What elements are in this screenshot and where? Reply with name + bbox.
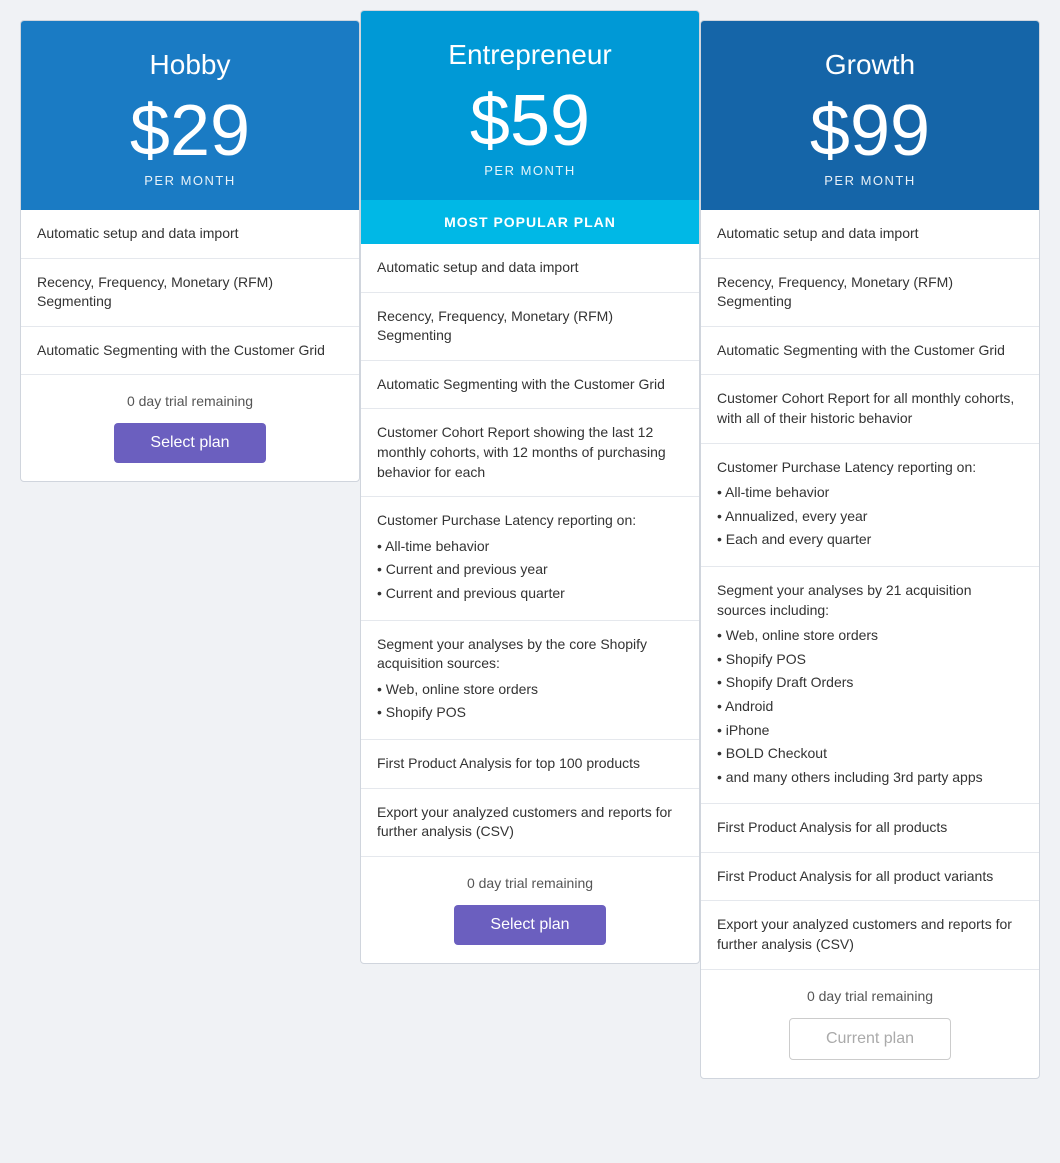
list-item: First Product Analysis for top 100 produ… [361, 740, 699, 789]
sub-list-item: Current and previous quarter [377, 582, 683, 606]
trial-text-entrepreneur: 0 day trial remaining [377, 875, 683, 891]
sub-list-item: Shopify POS [717, 648, 1023, 672]
select-plan-button-hobby[interactable]: Select plan [114, 423, 265, 463]
list-item: Customer Purchase Latency reporting on:A… [701, 444, 1039, 567]
plan-footer-entrepreneur: 0 day trial remaining Select plan [361, 856, 699, 963]
trial-text-hobby: 0 day trial remaining [37, 393, 343, 409]
list-item: Recency, Frequency, Monetary (RFM) Segme… [701, 259, 1039, 327]
sub-list-item: and many others including 3rd party apps [717, 766, 1023, 790]
sub-list-item: iPhone [717, 719, 1023, 743]
pricing-container: Hobby $29 PER MONTH Automatic setup and dat… [20, 20, 1040, 1079]
plan-footer-growth: 0 day trial remaining Current plan [701, 969, 1039, 1078]
features-list-growth: Automatic setup and data importRecency, … [701, 210, 1039, 969]
plan-period-hobby: PER MONTH [41, 173, 339, 188]
plan-footer-hobby: 0 day trial remaining Select plan [21, 374, 359, 481]
plan-price-hobby: $29 [41, 95, 339, 167]
list-item: First Product Analysis for all products [701, 804, 1039, 853]
list-item: Automatic Segmenting with the Customer G… [701, 327, 1039, 376]
sub-list-item: Web, online store orders [717, 624, 1023, 648]
sub-list-item: Current and previous year [377, 558, 683, 582]
plan-header-hobby: Hobby $29 PER MONTH [21, 21, 359, 210]
plan-header-entrepreneur: Entrepreneur $59 PER MONTH [361, 11, 699, 200]
sub-list: Web, online store ordersShopify POSShopi… [717, 624, 1023, 789]
sub-list-item: All-time behavior [717, 481, 1023, 505]
sub-list: All-time behaviorAnnualized, every yearE… [717, 481, 1023, 552]
list-item: Customer Purchase Latency reporting on:A… [361, 497, 699, 620]
list-item: Automatic Segmenting with the Customer G… [361, 361, 699, 410]
sub-list-item: All-time behavior [377, 535, 683, 559]
plan-period-growth: PER MONTH [721, 173, 1019, 188]
plan-header-growth: Growth $99 PER MONTH [701, 21, 1039, 210]
list-item: Customer Cohort Report for all monthly c… [701, 375, 1039, 443]
plan-card-hobby: Hobby $29 PER MONTH Automatic setup and dat… [20, 20, 360, 482]
list-item: Recency, Frequency, Monetary (RFM) Segme… [361, 293, 699, 361]
sub-list-item: Android [717, 695, 1023, 719]
features-list-hobby: Automatic setup and data importRecency, … [21, 210, 359, 374]
sub-list-item: BOLD Checkout [717, 742, 1023, 766]
plan-period-entrepreneur: PER MONTH [381, 163, 679, 178]
plan-name-growth: Growth [721, 49, 1019, 81]
list-item: Recency, Frequency, Monetary (RFM) Segme… [21, 259, 359, 327]
list-item: Automatic setup and data import [701, 210, 1039, 259]
sub-list: Web, online store ordersShopify POS [377, 678, 683, 725]
list-item: Segment your analyses by 21 acquisition … [701, 567, 1039, 804]
plan-card-entrepreneur: Entrepreneur $59 PER MONTH MOST POPULAR PLA… [360, 10, 700, 964]
features-list-entrepreneur: Automatic setup and data importRecency, … [361, 244, 699, 856]
popular-banner: MOST POPULAR PLAN [361, 200, 699, 244]
trial-text-growth: 0 day trial remaining [717, 988, 1023, 1004]
sub-list-item: Each and every quarter [717, 528, 1023, 552]
plan-price-growth: $99 [721, 95, 1019, 167]
current-plan-button: Current plan [789, 1018, 951, 1060]
sub-list: All-time behaviorCurrent and previous ye… [377, 535, 683, 606]
list-item: Automatic setup and data import [21, 210, 359, 259]
plan-card-growth: Growth $99 PER MONTH Automatic setup and da… [700, 20, 1040, 1079]
plan-price-entrepreneur: $59 [381, 85, 679, 157]
select-plan-button-entrepreneur[interactable]: Select plan [454, 905, 605, 945]
sub-list-item: Web, online store orders [377, 678, 683, 702]
plan-name-entrepreneur: Entrepreneur [381, 39, 679, 71]
list-item: Export your analyzed customers and repor… [701, 901, 1039, 968]
sub-list-item: Annualized, every year [717, 505, 1023, 529]
list-item: Automatic Segmenting with the Customer G… [21, 327, 359, 375]
sub-list-item: Shopify POS [377, 701, 683, 725]
list-item: Automatic setup and data import [361, 244, 699, 293]
list-item: Export your analyzed customers and repor… [361, 789, 699, 856]
list-item: Customer Cohort Report showing the last … [361, 409, 699, 497]
list-item: Segment your analyses by the core Shopif… [361, 621, 699, 740]
plan-name-hobby: Hobby [41, 49, 339, 81]
list-item: First Product Analysis for all product v… [701, 853, 1039, 902]
sub-list-item: Shopify Draft Orders [717, 671, 1023, 695]
